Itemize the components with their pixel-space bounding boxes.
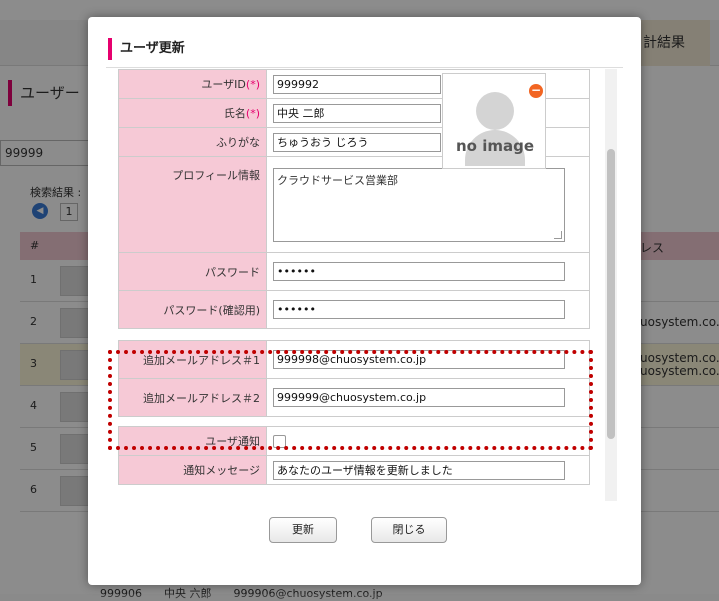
user-id-field[interactable]: 999992 [273, 74, 441, 94]
furigana-label: ふりがな [118, 127, 267, 157]
profile-label: プロフィール情報 [118, 156, 267, 253]
furigana-field[interactable]: ちゅうおう じろう [273, 132, 441, 152]
user-update-dialog: ユーザ更新 ユーザID(*) 999992 氏名(*) 中央 二郎 ふりがな ち… [88, 17, 641, 585]
dialog-title: ユーザ更新 [108, 38, 185, 60]
scrollbar[interactable] [605, 69, 617, 501]
name-label: 氏名(*) [118, 98, 267, 128]
password-confirm-label: パスワード(確認用) [118, 290, 267, 329]
password-field[interactable]: •••••• [273, 262, 565, 281]
avatar-head-icon [476, 92, 514, 130]
close-button[interactable]: 閉じる [371, 517, 447, 543]
password-label: パスワード [118, 252, 267, 291]
avatar-image[interactable]: no image − [442, 73, 546, 169]
resize-grip-icon[interactable] [554, 230, 562, 239]
highlight-box [108, 350, 593, 450]
delete-image-icon[interactable]: − [529, 84, 543, 98]
divider [106, 67, 623, 68]
notify-msg-label: 通知メッセージ [118, 455, 267, 485]
profile-textarea[interactable]: クラウドサービス営業部 [273, 167, 565, 242]
scrollbar-thumb[interactable] [607, 149, 615, 439]
update-button[interactable]: 更新 [269, 517, 337, 543]
required-mark: (*) [245, 107, 260, 120]
no-image-text: no image [455, 137, 534, 155]
name-field[interactable]: 中央 二郎 [273, 103, 441, 123]
user-id-label: ユーザID(*) [118, 69, 267, 99]
password-confirm-field[interactable]: •••••• [273, 300, 565, 319]
required-mark: (*) [245, 78, 260, 91]
profile-text: クラウドサービス営業部 [277, 173, 398, 187]
notify-msg-field[interactable]: あなたのユーザ情報を更新しました [273, 460, 565, 480]
